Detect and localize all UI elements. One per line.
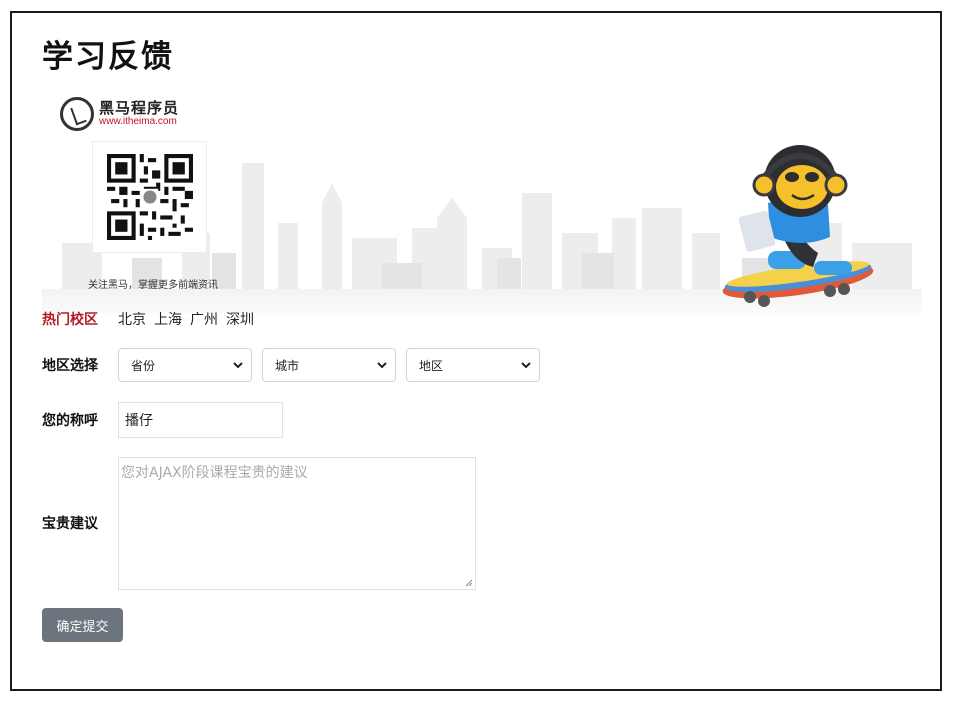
region-label: 地区选择 xyxy=(42,358,98,374)
resize-handle-icon[interactable] xyxy=(465,579,473,587)
province-select[interactable]: 省份 xyxy=(118,348,252,382)
chevron-down-icon xyxy=(233,361,243,368)
district-value: 地区 xyxy=(419,358,444,373)
city-value: 城市 xyxy=(275,358,300,373)
province-value: 省份 xyxy=(131,358,156,373)
campus-label: 热门校区 xyxy=(42,312,98,328)
name-input[interactable]: 播仔 xyxy=(118,402,283,438)
campus-link-shanghai[interactable]: 上海 xyxy=(154,309,182,329)
mascot-skateboard-image xyxy=(722,145,874,307)
qr-caption: 关注黑马，掌握更多前端资讯 xyxy=(88,280,218,291)
qr-code-icon xyxy=(106,154,193,240)
chevron-down-icon xyxy=(377,361,387,368)
submit-button[interactable]: 确定提交 xyxy=(42,608,123,642)
suggestion-row: 宝贵建议 xyxy=(42,513,118,533)
name-row: 您的称呼 播仔 xyxy=(42,402,283,438)
city-select[interactable]: 城市 xyxy=(262,348,396,382)
suggestion-label: 宝贵建议 xyxy=(42,516,98,532)
logo-icon xyxy=(60,97,94,131)
campus-link-guangzhou[interactable]: 广州 xyxy=(190,309,218,329)
region-row: 地区选择 省份 城市 地区 xyxy=(42,348,550,382)
itheima-logo[interactable]: 黑马程序员 www.itheima.com xyxy=(60,97,179,131)
chevron-down-icon xyxy=(521,361,531,368)
campus-link-beijing[interactable]: 北京 xyxy=(118,309,146,329)
page-title: 学习反馈 xyxy=(42,39,174,75)
campus-list: 北京 上海 广州 深圳 xyxy=(118,309,254,329)
suggestion-placeholder: 您对AJAX阶段课程宝贵的建议 xyxy=(121,465,308,481)
logo-url: www.itheima.com xyxy=(99,115,177,127)
qr-code xyxy=(92,141,207,253)
campus-link-shenzhen[interactable]: 深圳 xyxy=(226,309,254,329)
district-select[interactable]: 地区 xyxy=(406,348,540,382)
name-label: 您的称呼 xyxy=(42,413,98,429)
logo-name: 黑马程序员 xyxy=(99,98,180,117)
banner: 黑马程序员 www.itheima.com 关注黑马，掌握更多前端资讯 xyxy=(42,83,922,313)
feedback-card: 学习反馈 黑马程序员 www.itheima.com 关注黑马，掌握更多前端资讯… xyxy=(10,11,942,691)
suggestion-textarea[interactable]: 您对AJAX阶段课程宝贵的建议 xyxy=(118,457,476,590)
campus-row: 热门校区 北京 上海 广州 深圳 xyxy=(42,309,254,329)
